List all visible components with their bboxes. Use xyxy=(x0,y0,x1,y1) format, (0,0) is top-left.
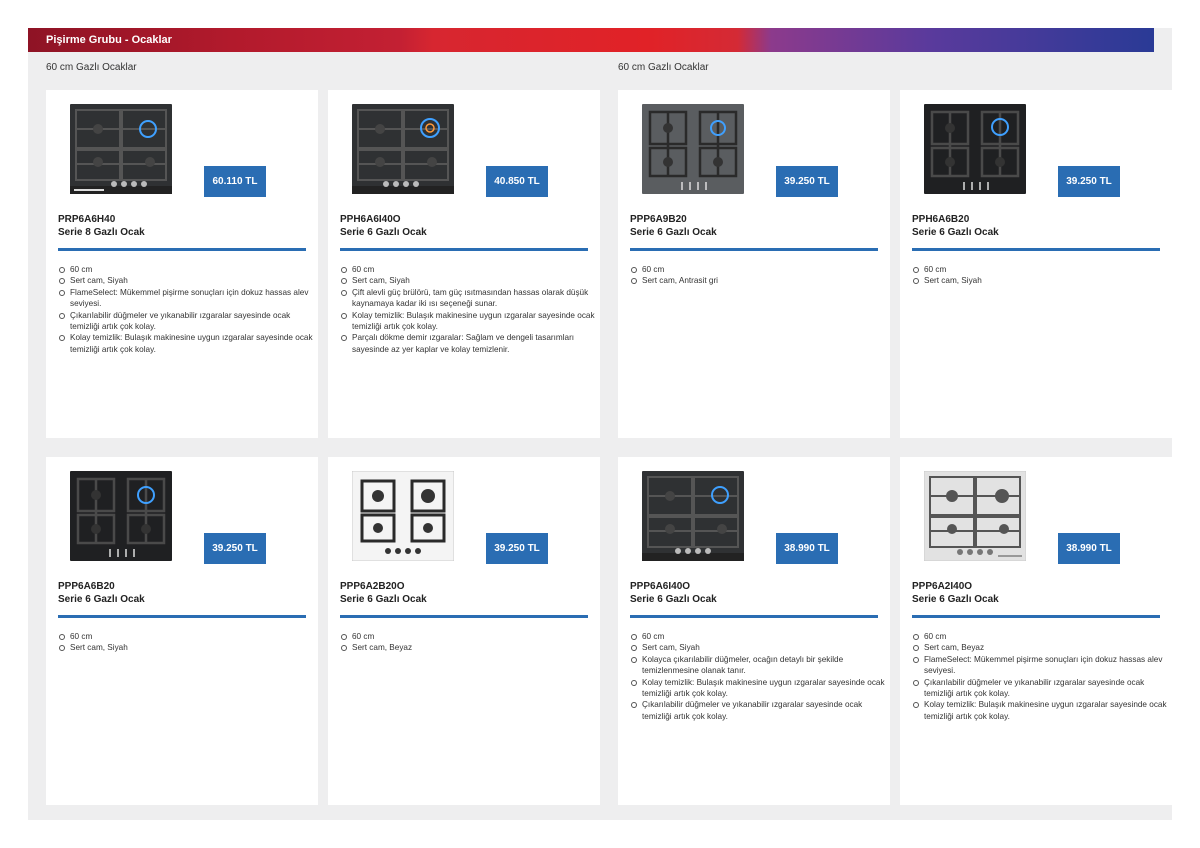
product-model: PPP6A6B20 xyxy=(58,581,115,592)
product-model: PPP6A9B20 xyxy=(630,214,687,225)
divider xyxy=(630,615,878,618)
feature-list: 60 cm Sert cam, Antrasit gri xyxy=(630,264,886,287)
product-model: PPH6A6B20 xyxy=(912,214,970,225)
feature-item: Çıkarılabilir düğmeler ve yıkanabilir ız… xyxy=(59,310,314,333)
feature-item: Çift alevli güç brülörü, tam güç ısıtmas… xyxy=(341,287,596,310)
product-image xyxy=(70,104,172,194)
price-badge: 38.990 TL xyxy=(1058,533,1120,564)
price-badge: 60.110 TL xyxy=(204,166,266,197)
feature-item: Kolayca çıkarılabilir düğmeler, ocağın d… xyxy=(631,654,886,677)
divider xyxy=(340,248,588,251)
header-banner: Pişirme Grubu - Ocaklar xyxy=(28,28,1154,52)
product-image xyxy=(642,471,744,561)
feature-item: 60 cm xyxy=(341,631,596,642)
feature-item: 60 cm xyxy=(59,631,314,642)
feature-item: 60 cm xyxy=(341,264,596,275)
feature-item: Sert cam, Siyah xyxy=(59,275,314,286)
feature-list: 60 cm Sert cam, Siyah FlameSelect: Mükem… xyxy=(58,264,314,355)
product-card[interactable]: 39.250 TL PPP6A2B20O Serie 6 Gazlı Ocak … xyxy=(328,457,600,805)
price-badge: 39.250 TL xyxy=(776,166,838,197)
feature-item: Çıkarılabilir düğmeler ve yıkanabilir ız… xyxy=(631,699,886,722)
feature-list: 60 cm Sert cam, Siyah Kolayca çıkarılabi… xyxy=(630,631,886,722)
divider xyxy=(912,615,1160,618)
product-card[interactable]: 38.990 TL PPP6A2I40O Serie 6 Gazlı Ocak … xyxy=(900,457,1172,805)
price-badge: 39.250 TL xyxy=(204,533,266,564)
product-model: PPP6A2B20O xyxy=(340,581,405,592)
product-card[interactable]: 38.990 TL PPP6A6I40O Serie 6 Gazlı Ocak … xyxy=(618,457,890,805)
price-badge: 39.250 TL xyxy=(1058,166,1120,197)
product-series: Serie 8 Gazlı Ocak xyxy=(58,227,145,238)
feature-item: 60 cm xyxy=(631,264,886,275)
feature-item: Kolay temizlik: Bulaşık makinesine uygun… xyxy=(913,700,1167,721)
section-title-left: 60 cm Gazlı Ocaklar xyxy=(46,62,137,73)
feature-item: Sert cam, Siyah xyxy=(913,275,1168,286)
product-series: Serie 6 Gazlı Ocak xyxy=(340,227,427,238)
product-card[interactable]: 40.850 TL PPH6A6I40O Serie 6 Gazlı Ocak … xyxy=(328,90,600,438)
product-image xyxy=(70,471,172,561)
feature-item: FlameSelect: Mükemmel pişirme sonuçları … xyxy=(59,287,314,310)
divider xyxy=(58,615,306,618)
divider xyxy=(340,615,588,618)
price-badge: 39.250 TL xyxy=(486,533,548,564)
feature-item: Sert cam, Siyah xyxy=(341,275,596,286)
feature-item: Kolay temizlik: Bulaşık makinesine uygun… xyxy=(631,677,885,699)
product-model: PPP6A6I40O xyxy=(630,581,691,592)
feature-item: 60 cm xyxy=(59,264,314,275)
product-image xyxy=(352,471,454,561)
product-image xyxy=(352,104,454,194)
feature-item: Sert cam, Antrasit gri xyxy=(631,275,886,286)
product-series: Serie 6 Gazlı Ocak xyxy=(340,594,427,605)
product-model: PPH6A6I40O xyxy=(340,214,401,225)
product-series: Serie 6 Gazlı Ocak xyxy=(58,594,145,605)
feature-list: 60 cm Sert cam, Siyah xyxy=(58,631,314,654)
feature-item: Sert cam, Beyaz xyxy=(913,642,1168,653)
page-title: Pişirme Grubu - Ocaklar xyxy=(46,34,172,46)
product-image xyxy=(642,104,744,194)
divider xyxy=(912,248,1160,251)
feature-item: FlameSelect: Mükemmel pişirme sonuçları … xyxy=(913,654,1168,677)
product-model: PRP6A6H40 xyxy=(58,214,116,225)
product-model: PPP6A2I40O xyxy=(912,581,973,592)
product-series: Serie 6 Gazlı Ocak xyxy=(912,594,999,605)
product-card[interactable]: 39.250 TL PPP6A9B20 Serie 6 Gazlı Ocak 6… xyxy=(618,90,890,438)
feature-item: Sert cam, Siyah xyxy=(631,642,886,653)
product-series: Serie 6 Gazlı Ocak xyxy=(912,227,999,238)
divider xyxy=(58,248,306,251)
divider xyxy=(630,248,878,251)
feature-item: Kolay temizlik: Bulaşık makinesine uygun… xyxy=(59,333,313,354)
product-image xyxy=(924,104,1026,194)
product-image xyxy=(924,471,1026,561)
product-series: Serie 6 Gazlı Ocak xyxy=(630,227,717,238)
feature-item: Sert cam, Beyaz xyxy=(341,642,596,653)
feature-item: Kolay temizlik: Bulaşık makinesine uygun… xyxy=(341,310,595,332)
price-badge: 40.850 TL xyxy=(486,166,548,197)
feature-item: Parçalı dökme demir ızgaralar: Sağlam ve… xyxy=(341,332,596,355)
feature-item: 60 cm xyxy=(631,631,886,642)
product-card[interactable]: 39.250 TL PPH6A6B20 Serie 6 Gazlı Ocak 6… xyxy=(900,90,1172,438)
feature-item: 60 cm xyxy=(913,264,1168,275)
product-card[interactable]: 60.110 TL PRP6A6H40 Serie 8 Gazlı Ocak 6… xyxy=(46,90,318,438)
feature-list: 60 cm Sert cam, Beyaz xyxy=(340,631,596,654)
product-series: Serie 6 Gazlı Ocak xyxy=(630,594,717,605)
feature-item: Sert cam, Siyah xyxy=(59,642,314,653)
feature-list: 60 cm Sert cam, Siyah Çift alevli güç br… xyxy=(340,264,596,355)
feature-item: 60 cm xyxy=(913,631,1168,642)
section-title-right: 60 cm Gazlı Ocaklar xyxy=(618,62,709,73)
feature-list: 60 cm Sert cam, Siyah xyxy=(912,264,1168,287)
feature-list: 60 cm Sert cam, Beyaz FlameSelect: Mükem… xyxy=(912,631,1168,722)
feature-item: Çıkarılabilir düğmeler ve yıkanabilir ız… xyxy=(913,677,1168,700)
price-badge: 38.990 TL xyxy=(776,533,838,564)
product-card[interactable]: 39.250 TL PPP6A6B20 Serie 6 Gazlı Ocak 6… xyxy=(46,457,318,805)
